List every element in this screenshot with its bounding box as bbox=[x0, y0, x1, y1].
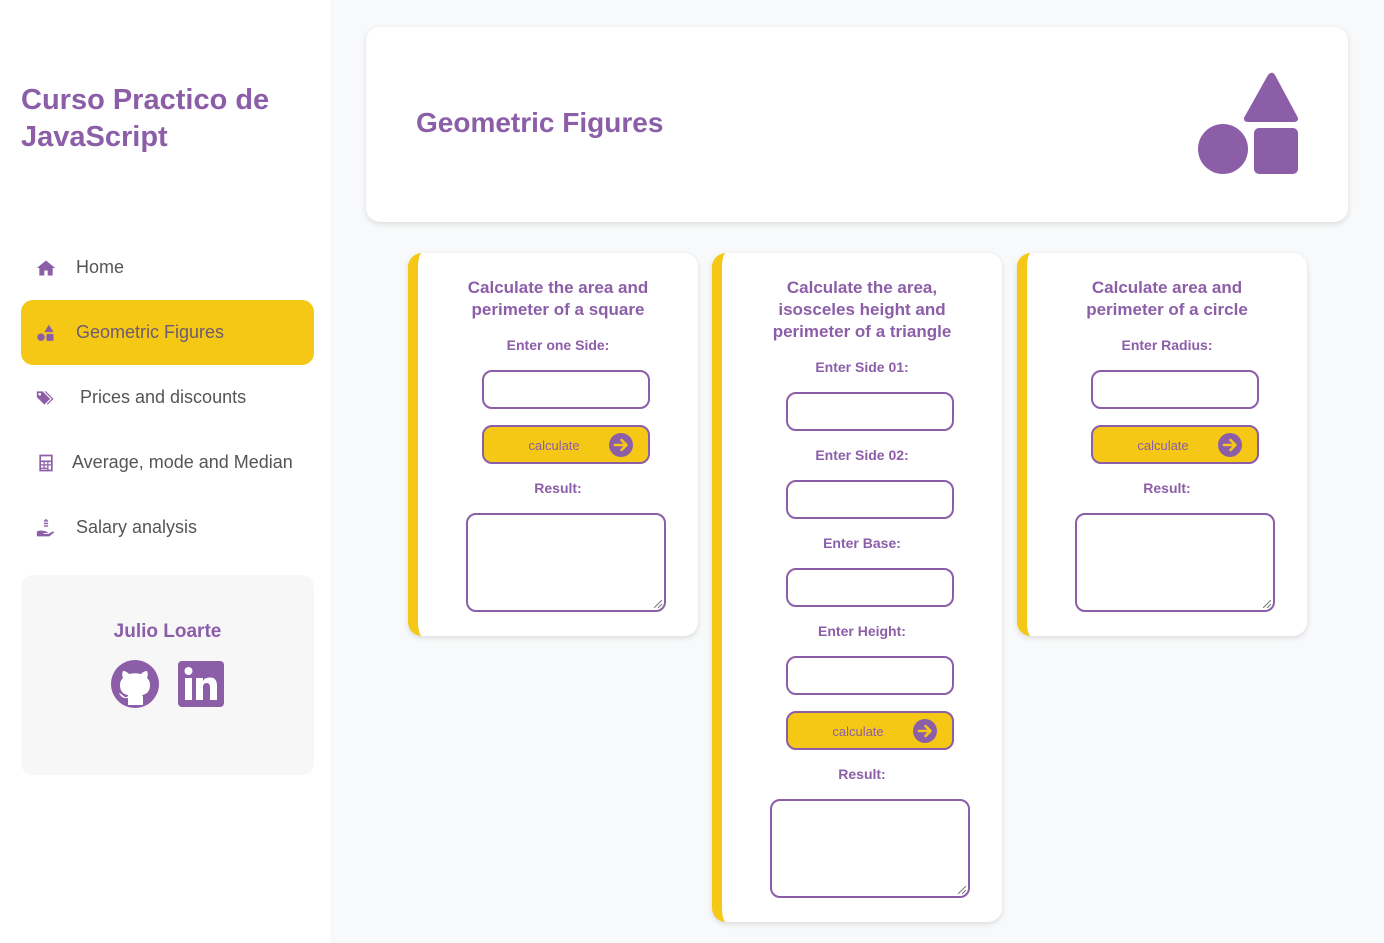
resize-grip-icon[interactable] bbox=[1263, 600, 1271, 608]
circle-card: Calculate area and perimeter of a circle… bbox=[1017, 253, 1307, 636]
github-icon[interactable] bbox=[110, 659, 160, 709]
triangle-result-label: Result: bbox=[838, 766, 886, 782]
profile-name: Julio Loarte bbox=[113, 621, 222, 642]
square-result-label: Result: bbox=[534, 480, 582, 496]
page-title: Geometric Figures bbox=[416, 107, 664, 138]
tags-icon bbox=[35, 387, 57, 409]
triangle-height-input[interactable] bbox=[786, 656, 954, 695]
triangle-side2-input[interactable] bbox=[786, 480, 954, 519]
square-result-box[interactable] bbox=[466, 513, 666, 612]
sidebar: Curso Practico de JavaScript Home Geomet… bbox=[0, 0, 330, 943]
sidebar-item-label: Home bbox=[76, 257, 125, 277]
arrow-right-circle-icon bbox=[1218, 433, 1242, 457]
hand-holding-dollar-icon bbox=[35, 517, 57, 539]
resize-grip-icon[interactable] bbox=[958, 886, 966, 894]
triangle-base-label: Enter Base: bbox=[823, 535, 901, 551]
sidebar-item-label: Average, mode and Median bbox=[72, 452, 293, 472]
circle-radius-label: Enter Radius: bbox=[1121, 337, 1213, 353]
resize-grip-icon[interactable] bbox=[654, 600, 662, 608]
circle-card-title: Calculate area and perimeter of a circle bbox=[1086, 278, 1248, 319]
square-card-title: Calculate the area and perimeter of a sq… bbox=[467, 278, 649, 319]
triangle-base-input[interactable] bbox=[786, 568, 954, 607]
triangle-calculate-button[interactable]: calculate bbox=[786, 711, 954, 750]
sidebar-item-geometric-figures[interactable]: Geometric Figures bbox=[21, 300, 314, 365]
square-side-label: Enter one Side: bbox=[506, 337, 610, 353]
triangle-height-label: Enter Height: bbox=[818, 623, 906, 639]
circle-result-label: Result: bbox=[1143, 480, 1191, 496]
page-header: Geometric Figures bbox=[366, 27, 1348, 222]
square-side-input[interactable] bbox=[482, 370, 650, 409]
brand-title: Curso Practico de JavaScript bbox=[21, 84, 270, 153]
square-calculate-button[interactable]: calculate bbox=[482, 425, 650, 464]
shapes-icon bbox=[35, 322, 57, 344]
triangle-card-title: Calculate the area, isosceles height and… bbox=[772, 278, 952, 341]
calculator-icon bbox=[35, 452, 57, 474]
triangle-side2-label: Enter Side 02: bbox=[815, 447, 909, 463]
square-card: Calculate the area and perimeter of a sq… bbox=[408, 253, 698, 636]
linkedin-icon[interactable] bbox=[178, 661, 224, 707]
triangle-card: Calculate the area, isosceles height and… bbox=[712, 253, 1002, 922]
sidebar-item-salary-analysis[interactable]: Salary analysis bbox=[21, 495, 314, 560]
home-icon bbox=[35, 257, 57, 279]
circle-radius-input[interactable] bbox=[1091, 370, 1259, 409]
calculate-label: calculate bbox=[1137, 438, 1189, 453]
calculate-label: calculate bbox=[528, 438, 580, 453]
sidebar-item-average-mode-median[interactable]: Average, mode and Median bbox=[21, 430, 314, 495]
sidebar-item-label: Geometric Figures bbox=[76, 322, 225, 342]
triangle-side1-label: Enter Side 01: bbox=[815, 359, 909, 375]
calculate-label: calculate bbox=[832, 724, 884, 739]
arrow-right-circle-icon bbox=[913, 719, 937, 743]
profile-card: Julio Loarte bbox=[21, 575, 314, 775]
sidebar-item-home[interactable]: Home bbox=[21, 235, 314, 300]
sidebar-item-label: Salary analysis bbox=[76, 517, 198, 537]
shapes-icon bbox=[1196, 72, 1300, 176]
sidebar-item-prices-discounts[interactable]: Prices and discounts bbox=[21, 365, 314, 430]
arrow-right-circle-icon bbox=[609, 433, 633, 457]
sidebar-item-label: Prices and discounts bbox=[80, 387, 247, 407]
circle-result-box[interactable] bbox=[1075, 513, 1275, 612]
triangle-side1-input[interactable] bbox=[786, 392, 954, 431]
circle-calculate-button[interactable]: calculate bbox=[1091, 425, 1259, 464]
triangle-result-box[interactable] bbox=[770, 799, 970, 898]
